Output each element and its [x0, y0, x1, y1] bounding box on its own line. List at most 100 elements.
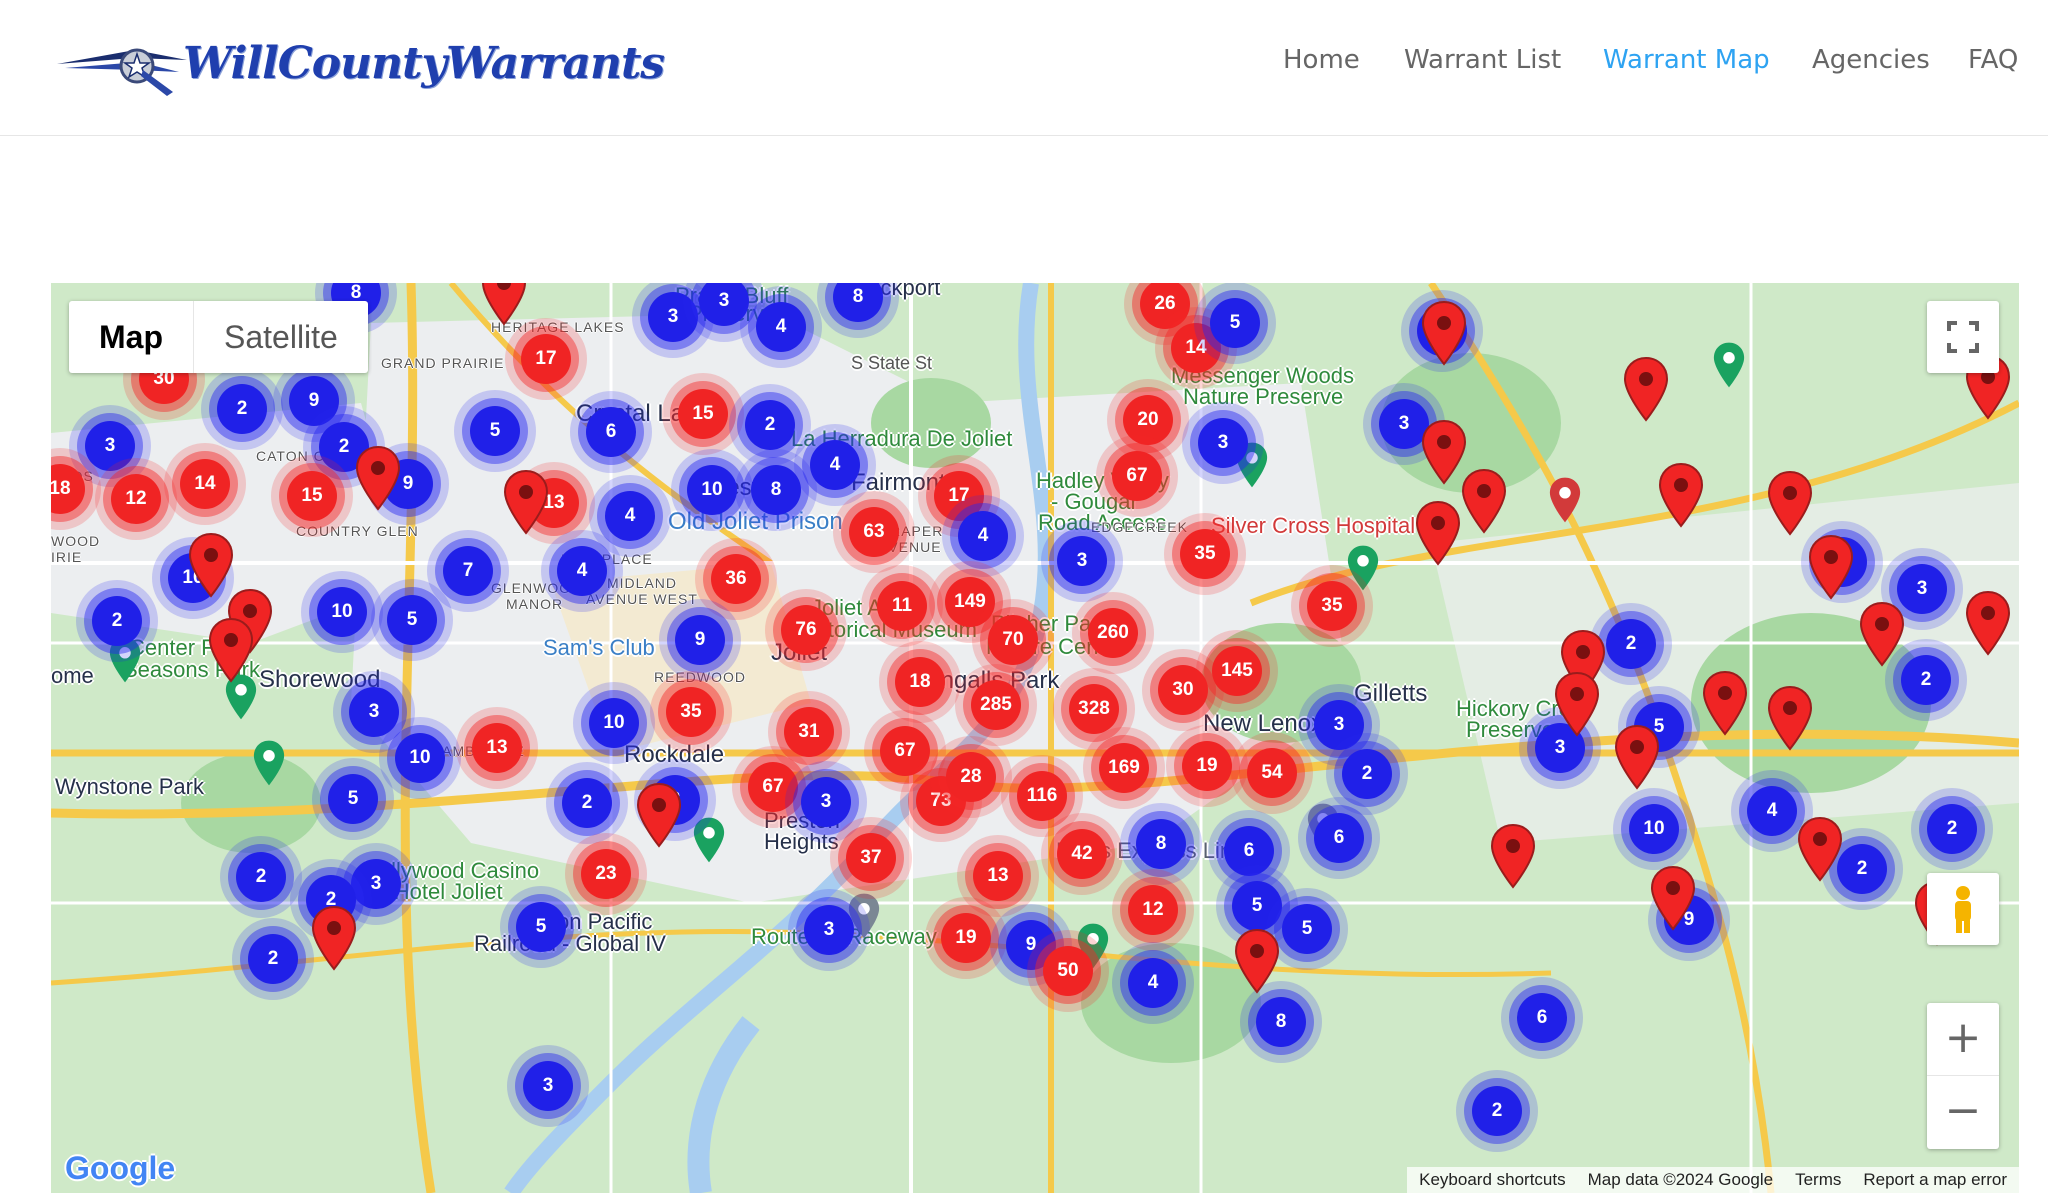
warrant-cluster-marker[interactable]: 4 [756, 302, 806, 352]
zoom-out-button[interactable]: − [1927, 1076, 1999, 1148]
warrant-cluster-marker[interactable]: 36 [711, 554, 761, 604]
warrant-cluster-marker[interactable]: 4 [1747, 786, 1797, 836]
warrant-cluster-marker[interactable]: 15 [678, 389, 728, 439]
warrant-cluster-marker[interactable]: 8 [1256, 997, 1306, 1047]
warrant-cluster-marker[interactable]: 2 [745, 400, 795, 450]
warrant-cluster-marker[interactable]: 2 [248, 934, 298, 984]
warrant-cluster-marker[interactable]: 19 [1182, 741, 1232, 791]
warrant-cluster-marker[interactable]: 328 [1069, 684, 1119, 734]
warrant-cluster-marker[interactable]: 11 [877, 581, 927, 631]
zoom-in-button[interactable]: + [1927, 1003, 1999, 1076]
warrant-cluster-marker[interactable]: 169 [1099, 743, 1149, 793]
warrant-cluster-marker[interactable]: 8 [751, 465, 801, 515]
warrant-pin-icon[interactable] [1234, 928, 1280, 994]
warrant-pin-icon[interactable] [1554, 671, 1600, 737]
warrant-cluster-marker[interactable]: 67 [1112, 451, 1162, 501]
warrant-cluster-marker[interactable]: 54 [1247, 748, 1297, 798]
warrant-cluster-marker[interactable]: 3 [801, 777, 851, 827]
warrant-cluster-marker[interactable]: 17 [521, 334, 571, 384]
warrant-cluster-marker[interactable]: 19 [941, 913, 991, 963]
poi-marker-icon[interactable] [1346, 544, 1379, 592]
warrant-pin-icon[interactable] [1650, 865, 1696, 931]
warrant-cluster-marker[interactable]: 2 [217, 384, 267, 434]
fullscreen-button[interactable] [1927, 301, 1999, 373]
warrant-cluster-marker[interactable]: 31 [784, 707, 834, 757]
warrant-cluster-marker[interactable]: 6 [1314, 813, 1364, 863]
warrant-cluster-marker[interactable]: 9 [675, 615, 725, 665]
warrant-cluster-marker[interactable]: 4 [1128, 958, 1178, 1008]
warrant-cluster-marker[interactable]: 3 [85, 421, 135, 471]
report-map-error-link[interactable]: Report a map error [1863, 1167, 2007, 1193]
warrant-cluster-marker[interactable]: 23 [581, 849, 631, 899]
map-type-map-button[interactable]: Map [69, 301, 194, 373]
warrant-cluster-marker[interactable]: 4 [958, 511, 1008, 561]
warrant-cluster-marker[interactable]: 2 [562, 778, 612, 828]
warrant-pin-icon[interactable] [1623, 356, 1669, 422]
warrant-cluster-marker[interactable]: 285 [971, 680, 1021, 730]
poi-marker-icon[interactable] [1548, 476, 1581, 524]
warrant-cluster-marker[interactable]: 10 [589, 698, 639, 748]
poi-marker-icon[interactable] [692, 816, 725, 864]
warrant-pin-icon[interactable] [1702, 670, 1748, 736]
warrant-cluster-marker[interactable]: 6 [1517, 993, 1567, 1043]
warrant-cluster-marker[interactable]: 5 [1282, 904, 1332, 954]
warrant-cluster-marker[interactable]: 5 [516, 902, 566, 952]
warrant-cluster-marker[interactable]: 35 [666, 687, 716, 737]
poi-marker-icon[interactable] [252, 739, 285, 787]
warrant-pin-icon[interactable] [1767, 470, 1813, 536]
warrant-cluster-marker[interactable]: 5 [1210, 298, 1260, 348]
warrant-pin-icon[interactable] [1859, 601, 1905, 667]
warrant-cluster-marker[interactable]: 8 [1136, 819, 1186, 869]
warrant-cluster-marker[interactable]: 3 [804, 905, 854, 955]
google-logo[interactable]: Google [65, 1150, 175, 1187]
nav-warrant-map[interactable]: Warrant Map [1603, 45, 1770, 75]
poi-marker-icon[interactable] [1712, 341, 1745, 389]
map-type-satellite-button[interactable]: Satellite [194, 301, 368, 373]
warrant-cluster-marker[interactable]: 6 [586, 407, 636, 457]
warrant-cluster-marker[interactable]: 260 [1088, 608, 1138, 658]
warrant-cluster-marker[interactable]: 2 [1927, 804, 1977, 854]
warrant-cluster-marker[interactable]: 145 [1212, 646, 1262, 696]
warrant-cluster-marker[interactable]: 18 [895, 657, 945, 707]
warrant-cluster-marker[interactable]: 149 [945, 577, 995, 627]
warrant-cluster-marker[interactable]: 2 [92, 596, 142, 646]
warrant-cluster-marker[interactable]: 37 [846, 833, 896, 883]
warrant-pin-icon[interactable] [503, 469, 549, 535]
warrant-pin-icon[interactable] [1415, 500, 1461, 566]
warrant-cluster-marker[interactable]: 3 [648, 292, 698, 342]
nav-faq[interactable]: FAQ [1968, 45, 2018, 75]
warrant-cluster-marker[interactable]: 35 [1180, 529, 1230, 579]
warrant-cluster-marker[interactable]: 12 [1128, 885, 1178, 935]
warrant-cluster-marker[interactable]: 35 [1307, 581, 1357, 631]
warrant-cluster-marker[interactable]: 2 [1837, 844, 1887, 894]
warrant-map[interactable]: Crystal Lawns Crest Hill Old Joliet Prison… [51, 283, 2019, 1193]
warrant-pin-icon[interactable] [311, 905, 357, 971]
warrant-pin-icon[interactable] [1767, 685, 1813, 751]
warrant-cluster-marker[interactable]: 76 [781, 605, 831, 655]
warrant-cluster-marker[interactable]: 10 [395, 733, 445, 783]
warrant-cluster-marker[interactable]: 7 [443, 546, 493, 596]
warrant-cluster-marker[interactable]: 63 [849, 507, 899, 557]
warrant-cluster-marker[interactable]: 20 [1123, 395, 1173, 445]
warrant-pin-icon[interactable] [208, 617, 254, 683]
warrant-cluster-marker[interactable]: 116 [1017, 771, 1067, 821]
warrant-cluster-marker[interactable]: 67 [880, 726, 930, 776]
warrant-pin-icon[interactable] [355, 445, 401, 511]
warrant-cluster-marker[interactable]: 5 [387, 595, 437, 645]
warrant-cluster-marker[interactable]: 5 [328, 774, 378, 824]
warrant-cluster-marker[interactable]: 15 [287, 471, 337, 521]
warrant-pin-icon[interactable] [636, 782, 682, 848]
warrant-cluster-marker[interactable]: 30 [1158, 665, 1208, 715]
warrant-cluster-marker[interactable]: 5 [470, 406, 520, 456]
warrant-cluster-marker[interactable]: 70 [988, 615, 1038, 665]
warrant-cluster-marker[interactable]: 4 [605, 491, 655, 541]
warrant-cluster-marker[interactable]: 2 [1901, 655, 1951, 705]
warrant-cluster-marker[interactable]: 10 [1629, 804, 1679, 854]
warrant-cluster-marker[interactable]: 28 [946, 752, 996, 802]
warrant-pin-icon[interactable] [1658, 462, 1704, 528]
warrant-cluster-marker[interactable]: 5 [1232, 881, 1282, 931]
warrant-cluster-marker[interactable]: 42 [1057, 829, 1107, 879]
warrant-pin-icon[interactable] [1797, 816, 1843, 882]
warrant-cluster-marker[interactable]: 3 [1314, 700, 1364, 750]
warrant-pin-icon[interactable] [1490, 823, 1536, 889]
